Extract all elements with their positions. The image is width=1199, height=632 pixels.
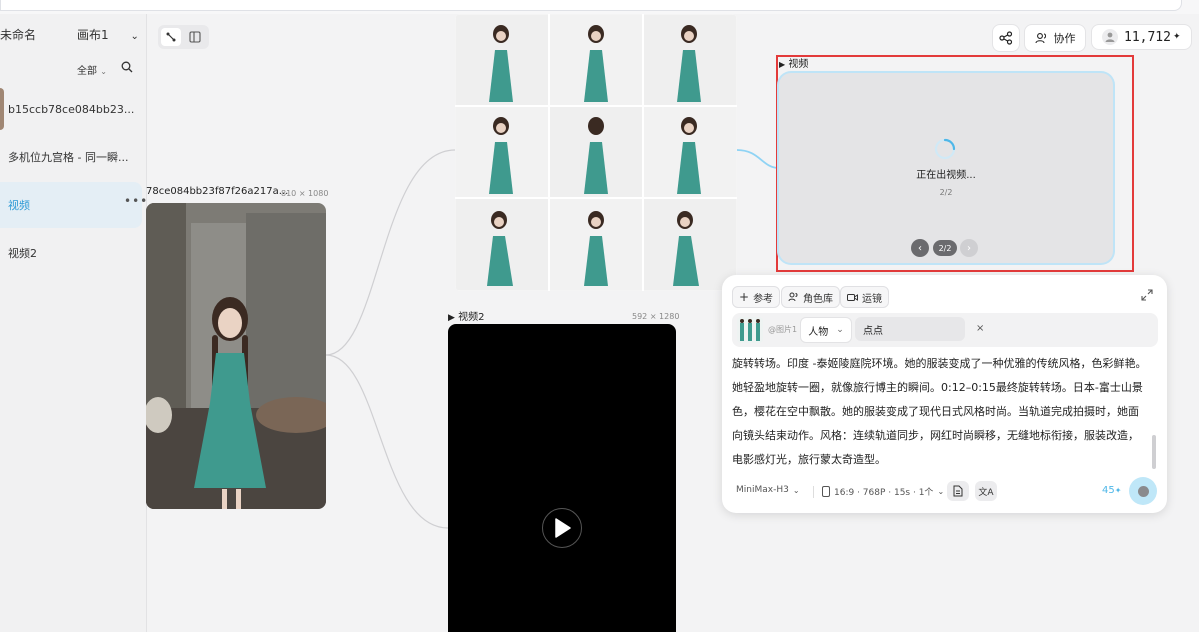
role-type-select[interactable]: 人物 ⌄ [800,317,852,343]
video2-node-header: ▶ 视频2 [448,308,484,323]
camera-chip[interactable]: 运镜 [840,286,889,308]
role-library-chip[interactable]: 角色库 [781,286,840,308]
translate-icon: 文A [978,487,994,498]
grid-images [455,14,737,291]
credits-badge[interactable]: 11,712 ✦ [1091,24,1192,50]
play-icon: ▶ [448,313,455,323]
collab-label: 协作 [1053,32,1076,45]
scrollbar[interactable] [1152,435,1156,469]
user-icon [1105,32,1115,42]
loading-spinner-icon [934,138,956,160]
image-node-photo[interactable] [146,203,326,509]
settings-value: 16:9 · 768P · 15s · 1个 [834,488,934,498]
camera-label: 运镜 [862,293,882,305]
prev-button[interactable]: ‹ [911,239,929,257]
role-name-input[interactable]: 点点 [855,317,965,341]
settings-select[interactable]: 16:9 · 768P · 15s · 1个 ⌄ [822,485,944,498]
close-icon[interactable]: × [976,323,984,334]
role-type-value: 人物 [808,326,829,338]
credits-value: 11,712 [1124,29,1171,45]
image-node-title: 78ce084bb23f87f26a217a... [146,186,289,197]
model-select[interactable]: MiniMax-H3 ⌄ [736,485,800,495]
chevron-right-icon: › [967,242,971,254]
reference-row: @图片1 人物 ⌄ 点点 × [732,313,1158,347]
share-button[interactable] [992,24,1020,52]
avatar [1102,29,1118,45]
model-value: MiniMax-H3 [736,485,789,495]
users-icon [788,292,798,302]
collab-button[interactable]: 协作 [1024,24,1086,52]
video2-node-title: 视频2 [458,312,485,323]
phone-icon [822,486,830,497]
share-icon [999,31,1013,45]
sparkle-icon: ✦ [1114,486,1122,495]
video-node-card[interactable]: 正在出视频... 2/2 ‹ 2/2 › [779,73,1113,263]
video2-player[interactable] [448,324,676,632]
cost-display: 45✦ [1102,485,1121,496]
role-library-label: 角色库 [803,293,833,305]
play-icon [555,518,571,538]
cost-value: 45 [1102,485,1115,496]
reference-image-label: @图片1 [768,325,798,334]
chevron-down-icon: ⌄ [792,485,800,495]
chevron-down-icon: ⌄ [836,325,844,335]
video2-node-size: 592 × 1280 [632,312,680,321]
page-indicator: 2/2 [933,240,957,256]
video-status: 正在出视频... [916,170,976,181]
chevron-left-icon: ‹ [918,242,922,254]
prompt-textarea[interactable]: 旋转转场。印度 -泰姬陵庭院环境。她的服装变成了一种优雅的传统风格，色彩鲜艳。她… [732,352,1148,472]
expand-icon[interactable] [1141,289,1153,301]
reference-thumbnail[interactable] [737,317,763,343]
users-icon [1034,33,1046,44]
reference-chip[interactable]: + 参考 [732,286,781,308]
image-node-size: 810 × 1080 [281,189,329,198]
document-button[interactable] [947,481,969,501]
document-icon [953,485,963,497]
divider [813,486,814,498]
grid-node[interactable] [455,14,737,291]
sparkle-icon: ✦ [1172,32,1181,42]
next-button[interactable]: › [960,239,978,257]
camera-icon [847,293,858,301]
generate-button[interactable] [1129,477,1157,505]
translate-button[interactable]: 文A [975,481,997,501]
video-progress-count: 2/2 [939,188,953,197]
stop-icon [1137,485,1149,497]
play-button[interactable] [542,508,582,548]
reference-label: 参考 [753,293,774,305]
prompt-panel: + 参考 角色库 运镜 @图片1 人物 ⌄ 点点 × 旋转转场。印度 -泰姬陵庭… [722,275,1167,513]
plus-icon: + [739,290,750,304]
role-name-value: 点点 [863,325,883,337]
chevron-down-icon: ⌄ [937,487,945,496]
